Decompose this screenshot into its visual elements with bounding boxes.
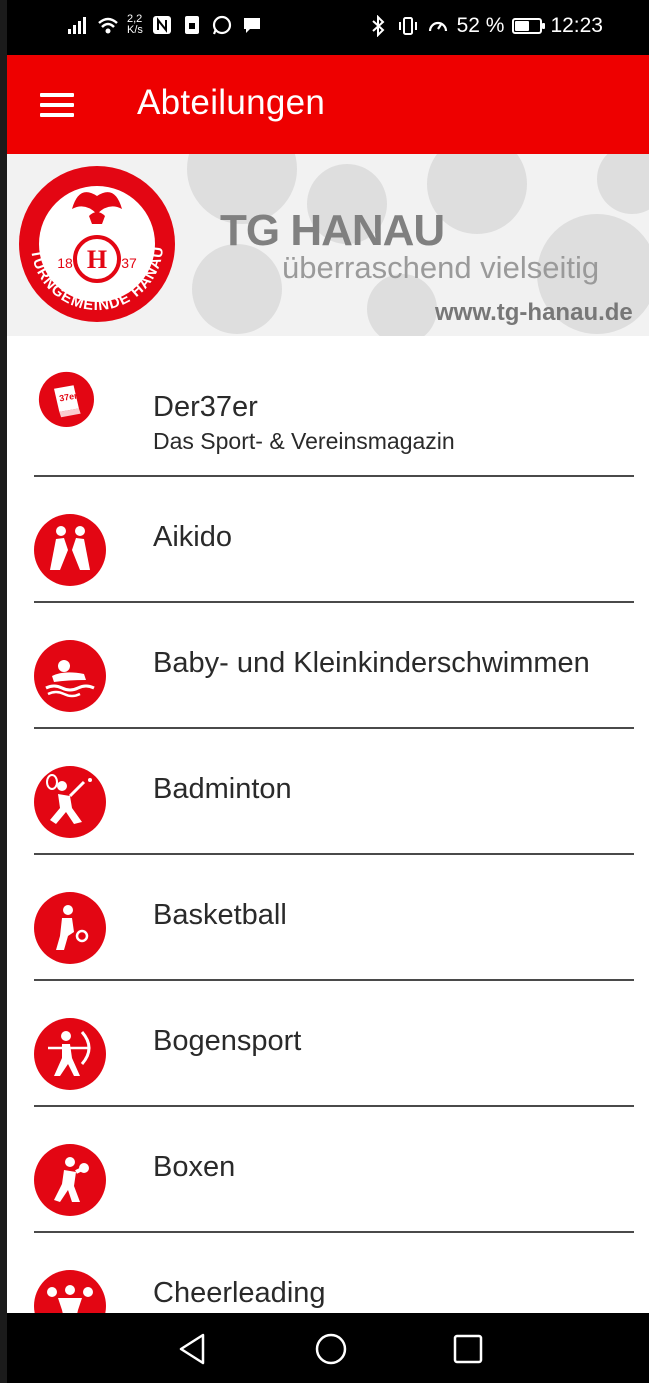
- clock: 12:23: [550, 14, 603, 37]
- svg-text:37: 37: [121, 255, 137, 271]
- list-item-aikido[interactable]: Aikido: [7, 477, 649, 603]
- list-item-bogensport[interactable]: Bogensport: [7, 981, 649, 1107]
- list-item-boxen[interactable]: Boxen: [7, 1107, 649, 1233]
- signal-icon: [68, 17, 86, 34]
- network-speed: 2,2 K/s: [127, 14, 143, 36]
- baby-swimming-icon: [34, 640, 106, 712]
- svg-text:18: 18: [57, 255, 73, 271]
- magazine-icon: 37er: [38, 371, 94, 427]
- chat-bubble-icon: [243, 18, 260, 33]
- list-item-cheerleading[interactable]: Cheerleading: [7, 1233, 649, 1313]
- battery-percent: 52 %: [456, 14, 505, 37]
- list-item-label: Basketball: [153, 899, 287, 931]
- badminton-icon: [34, 766, 106, 838]
- list-item-baby-swimming[interactable]: Baby- und Kleinkinderschwimmen: [7, 603, 649, 729]
- hamburger-menu-icon[interactable]: [40, 93, 74, 117]
- club-banner: H 18 37 TURNGEMEINDE HANAU A.V. TG HANAU…: [7, 154, 649, 336]
- aikido-icon: [34, 514, 106, 586]
- page-title: Abteilungen: [137, 83, 326, 122]
- basketball-icon: [34, 892, 106, 964]
- list-item-basketball[interactable]: Basketball: [7, 855, 649, 981]
- system-nav-bar: [7, 1313, 649, 1383]
- boxing-icon: [34, 1144, 106, 1216]
- wifi-icon: [98, 17, 118, 34]
- list-item-label: Bogensport: [153, 1025, 302, 1057]
- svg-text:H: H: [87, 245, 107, 274]
- recent-apps-icon[interactable]: [450, 1331, 486, 1367]
- status-bar-left: 2,2 K/s: [67, 14, 263, 36]
- club-logo: H 18 37 TURNGEMEINDE HANAU A.V.: [17, 164, 175, 322]
- list-item-sublabel: Das Sport- & Vereinsmagazin: [153, 428, 455, 454]
- banner-subtitle: überraschend vielseitig: [282, 250, 600, 285]
- list-item-badminton[interactable]: Badminton: [7, 729, 649, 855]
- banner-title: TG HANAU: [220, 206, 445, 255]
- list-item-label: Boxen: [153, 1151, 236, 1183]
- battery-fill: [515, 21, 529, 31]
- list-item-der37er[interactable]: 37er Der37er Das Sport- & Vereinsmagazin: [7, 351, 649, 477]
- archery-icon: [34, 1018, 106, 1090]
- battery-icon: [512, 18, 546, 34]
- nfc-icon: [152, 16, 171, 34]
- status-bar-right: 52 % 12:23: [367, 14, 603, 38]
- network-speed-unit: K/s: [127, 24, 143, 36]
- list-item-label: Aikido: [153, 521, 232, 553]
- app-bar: Abteilungen: [7, 55, 649, 154]
- whatsapp-icon: [212, 15, 232, 35]
- list-item-label: Cheerleading: [153, 1277, 326, 1309]
- sim-icon: [184, 16, 199, 34]
- back-icon[interactable]: [175, 1331, 211, 1367]
- vibrate-icon: [398, 17, 417, 35]
- department-list: 37er Der37er Das Sport- & Vereinsmagazin…: [7, 336, 649, 1313]
- bluetooth-icon: [371, 15, 385, 37]
- phone-screen: 2,2 K/s 52 % 12:23 Abteilungen H 18 37 T…: [7, 0, 649, 1383]
- cheerleading-icon: [34, 1270, 106, 1313]
- list-item-label: Der37er: [153, 391, 258, 423]
- home-icon[interactable]: [313, 1331, 349, 1367]
- list-item-label: Baby- und Kleinkinderschwimmen: [153, 647, 590, 679]
- list-item-label: Badminton: [153, 773, 292, 805]
- status-bar: 2,2 K/s 52 % 12:23: [7, 0, 649, 55]
- speedometer-icon: [428, 21, 447, 32]
- banner-url: www.tg-hanau.de: [435, 299, 633, 326]
